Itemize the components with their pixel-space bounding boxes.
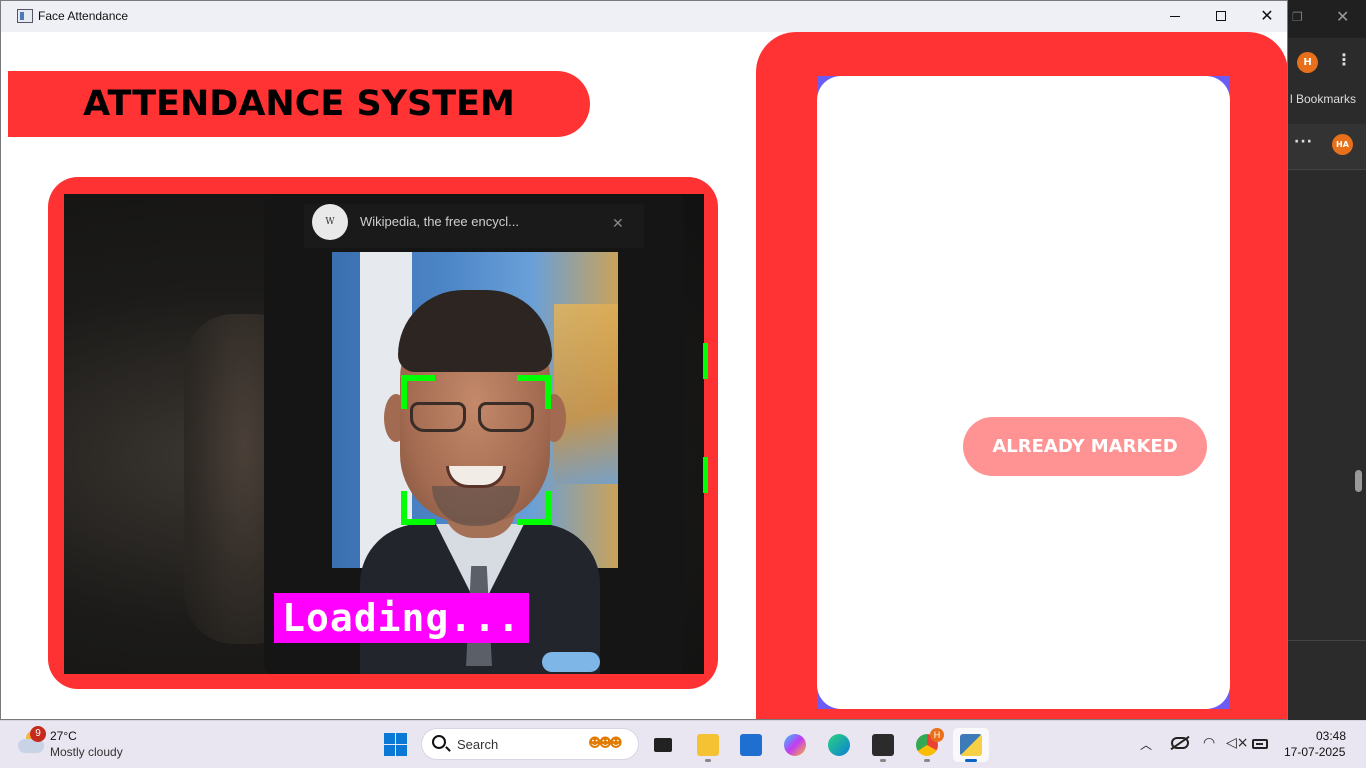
clock-time[interactable]: 03:48 <box>1316 729 1346 743</box>
status-panel: ALREADY MARKED <box>756 32 1287 719</box>
loading-overlay: Loading... <box>274 593 529 643</box>
status-card: ALREADY MARKED <box>817 76 1230 709</box>
task-view-icon <box>654 738 672 752</box>
wikipedia-logo-icon: W <box>312 204 348 240</box>
chrome-button[interactable]: H <box>909 728 945 762</box>
chrome-profile-badge: H <box>930 728 944 742</box>
microsoft-store-button[interactable] <box>733 728 769 762</box>
minimize-icon <box>1170 16 1180 17</box>
profile-avatar[interactable]: H <box>1297 52 1318 73</box>
maximize-button[interactable] <box>1198 1 1244 32</box>
edge-icon <box>828 734 850 756</box>
frame-side-mark <box>703 343 708 379</box>
account-avatar[interactable]: HA <box>1332 134 1353 155</box>
background-browser-window: ❐ ✕ H ⋮ l Bookmarks ··· HA <box>1288 0 1366 720</box>
window-title: Face Attendance <box>38 9 129 23</box>
face-detection-corner-tl <box>401 375 435 409</box>
more-menu-icon[interactable]: ⋮ <box>1336 50 1352 69</box>
close-icon: ✕ <box>1260 6 1274 25</box>
taskbar <box>0 720 1366 768</box>
face-detection-corner-tr <box>517 375 551 409</box>
weather-description[interactable]: Mostly cloudy <box>50 745 123 759</box>
search-icon <box>432 735 446 749</box>
python-app-button[interactable] <box>953 728 989 762</box>
clock-date[interactable]: 17-07-2025 <box>1284 745 1345 759</box>
search-label: Search <box>457 737 499 752</box>
store-icon <box>740 734 762 756</box>
weather-badge: 9 <box>30 726 46 742</box>
edge-button[interactable] <box>821 728 857 762</box>
close-icon[interactable]: ✕ <box>1336 7 1349 26</box>
restore-icon[interactable]: ❐ <box>1292 10 1303 24</box>
copilot-icon <box>784 734 806 756</box>
title-bar[interactable]: Face Attendance ✕ <box>1 1 1287 32</box>
speaker-muted-icon[interactable]: ◁× <box>1226 735 1249 751</box>
more-options-icon[interactable]: ··· <box>1294 134 1313 150</box>
search-highlight-icon: ☻☻☻ <box>588 736 623 751</box>
file-explorer-button[interactable] <box>690 728 726 762</box>
scrollbar-thumb[interactable] <box>1355 470 1362 492</box>
status-badge: ALREADY MARKED <box>963 417 1207 476</box>
task-view-button[interactable] <box>645 728 681 762</box>
face-detection-corner-br <box>517 491 551 525</box>
app-window: Face Attendance ✕ ATTENDANCE SYSTEM W Wi… <box>0 0 1288 720</box>
face-detection-corner-bl <box>401 491 435 525</box>
frame-side-mark <box>703 457 708 493</box>
start-button[interactable] <box>384 733 407 756</box>
weather-temperature[interactable]: 27°C <box>50 729 77 743</box>
battery-icon[interactable] <box>1252 739 1268 749</box>
wifi-icon[interactable]: ◠ <box>1203 735 1215 751</box>
show-hidden-icons-chevron-icon[interactable]: ︿ <box>1140 736 1152 753</box>
phone-tab-text: Wikipedia, the free encycl... <box>360 214 519 229</box>
folder-icon <box>697 734 719 756</box>
onedrive-offline-icon[interactable] <box>1171 737 1189 749</box>
minimize-button[interactable] <box>1152 1 1198 32</box>
header-banner: ATTENDANCE SYSTEM <box>8 71 590 137</box>
terminal-button[interactable] <box>865 728 901 762</box>
phone-close-icon: ✕ <box>612 216 624 232</box>
app-icon <box>17 9 33 23</box>
taskbar-search[interactable]: Search ☻☻☻ <box>421 728 639 760</box>
maximize-icon <box>1216 11 1226 21</box>
status-message: ALREADY MARKED <box>992 436 1178 457</box>
close-button[interactable]: ✕ <box>1244 1 1287 32</box>
page-title: ATTENDANCE SYSTEM <box>83 84 515 124</box>
copilot-button[interactable] <box>777 728 813 762</box>
bookmarks-label[interactable]: l Bookmarks <box>1290 92 1356 106</box>
python-icon <box>960 734 982 756</box>
loading-text: Loading... <box>282 596 521 640</box>
terminal-icon <box>872 734 894 756</box>
